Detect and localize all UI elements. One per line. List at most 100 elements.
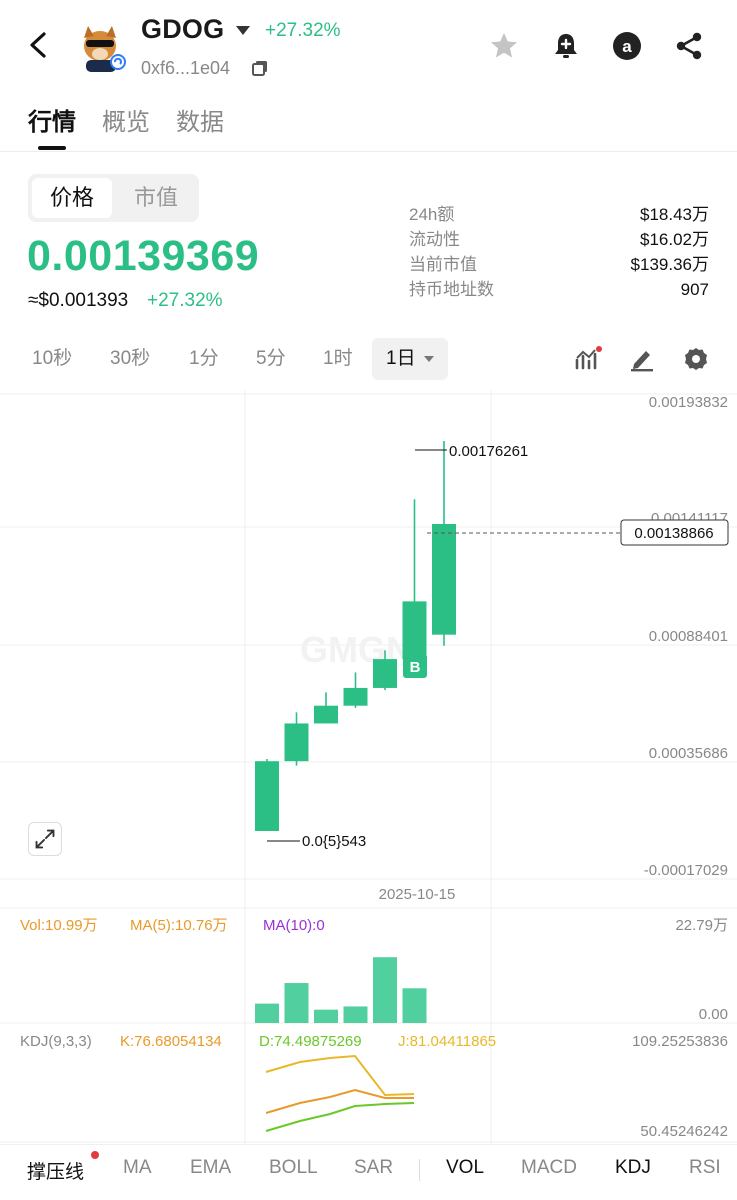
share-icon[interactable] [673,30,705,62]
indicator-ma[interactable]: MA [123,1157,152,1179]
back-arrow-icon[interactable] [22,28,56,62]
token-change: +27.32% [265,20,341,41]
price-axis-tick: 0.00088401 [649,628,728,645]
contract-address: 0xf6...1e04 [141,58,231,78]
stat-label: 持币地址数 [409,280,494,299]
tab-overview[interactable]: 概览 [102,102,150,137]
kdj-k-line [265,1088,414,1114]
current-price-label: 0.00138866 [634,525,713,542]
mcap-toggle-option[interactable]: 市值 [116,178,196,218]
price-axis-tick: 0.00193832 [649,394,728,411]
usd-price: ≈$0.001393 [28,290,129,311]
timeframe-bar: 10秒 30秒 1分 5分 1时 1日 [0,338,737,380]
token-dropdown-icon[interactable] [236,26,250,35]
volume-bar [373,957,397,1023]
token-stats: 24h额 $18.43万 流动性 $16.02万 当前市值 $139.36万 持… [409,202,709,302]
header-bar: GDOG +27.32% 0xf6...1e04 a [0,0,737,90]
high-annotation: 0.00176261 [449,443,528,460]
volume-series [255,957,427,1023]
stat-label: 当前市值 [409,255,477,274]
stat-label: 流动性 [409,230,460,249]
timeframe-1h[interactable]: 1时 [323,338,353,380]
kdj-k-label: K:76.68054134 [120,1033,222,1050]
notification-dot [91,1151,99,1159]
indicator-separator [419,1159,420,1181]
alpha-icon[interactable]: a [611,30,643,62]
indicator-icon[interactable] [574,346,602,372]
stat-value: $139.36万 [630,255,709,274]
timeframe-10s[interactable]: 10秒 [32,338,72,380]
stat-row: 24h额 $18.43万 [409,202,709,227]
low-annotation: 0.0{5}543 [302,833,366,850]
volume-bar [402,988,427,1023]
indicator-sar[interactable]: SAR [354,1157,393,1179]
kdj-axis-bottom: 50.45246242 [640,1123,728,1140]
vol-axis-bottom: 0.00 [699,1006,728,1023]
tab-market[interactable]: 行情 [28,102,76,137]
tab-data[interactable]: 数据 [176,102,224,137]
stat-row: 流动性 $16.02万 [409,227,709,252]
chart-grid [0,390,737,1144]
vol-label: Vol:10.99万 [20,917,98,934]
price-chart[interactable]: GMGN 0.00193832 0.00141117 0.00088401 0.… [0,390,737,1144]
indicator-boll[interactable]: BOLL [269,1157,318,1179]
timeframe-1d[interactable]: 1日 [372,338,448,380]
bell-add-icon[interactable] [550,30,582,62]
candle-body[interactable] [402,601,427,660]
stat-label: 24h额 [409,205,455,224]
kdj-axis-top: 109.25253836 [632,1033,728,1050]
candle-body[interactable] [255,761,279,831]
star-icon[interactable] [488,30,520,62]
vol-ma10-label: MA(10):0 [263,917,325,934]
candle-body[interactable] [314,705,338,724]
kdj-j-line [265,1054,415,1097]
stat-row: 当前市值 $139.36万 [409,252,709,277]
stat-value: 907 [680,280,709,299]
x-axis-date: 2025-10-15 [379,886,456,903]
indicator-rsi[interactable]: RSI [689,1157,721,1179]
candle-body[interactable] [284,723,309,762]
draw-pen-icon[interactable] [628,346,656,372]
indicator-support-resistance[interactable]: 撑压线 [27,1157,84,1184]
price-mcap-toggle: 价格 市值 [28,174,199,222]
indicator-vol[interactable]: VOL [446,1157,484,1179]
kdj-j-label: J:81.04411865 [398,1033,496,1050]
header-divider [0,151,737,152]
main-tabs: 行情 概览 数据 [28,102,224,137]
vol-ma5-label: MA(5):10.76万 [130,917,228,934]
timeframe-30s[interactable]: 30秒 [110,338,150,380]
volume-bar [255,1003,279,1023]
stat-value: $18.43万 [640,205,709,224]
token-name[interactable]: GDOG [141,14,224,45]
stat-value: $16.02万 [640,230,709,249]
svg-text:a: a [622,37,632,56]
stat-row: 持币地址数 907 [409,277,709,302]
candle-body[interactable] [432,523,456,635]
volume-bar [314,1009,338,1023]
candle-body[interactable] [343,687,368,706]
settings-gear-icon[interactable] [682,346,710,372]
price-change: +27.32% [147,290,223,311]
indicator-ema[interactable]: EMA [190,1157,231,1179]
volume-bar [343,1006,368,1023]
token-avatar [84,26,126,72]
price-axis-tick: 0.00035686 [649,745,728,762]
copy-icon[interactable] [252,60,268,76]
timeframe-1m[interactable]: 1分 [189,338,219,380]
candle-body[interactable] [373,659,397,688]
indicator-macd[interactable]: MACD [521,1157,577,1179]
kdj-title: KDJ(9,3,3) [20,1033,92,1050]
kdj-d-label: D:74.49875269 [259,1033,362,1050]
tab-active-indicator [38,146,66,150]
price-toggle-option[interactable]: 价格 [32,178,112,218]
vol-axis-top: 22.79万 [675,917,728,934]
price-axis-tick: -0.00017029 [644,862,728,879]
current-price: 0.00139369 [27,232,260,280]
indicator-tab-bar: 撑压线 MA EMA BOLL SAR VOL MACD KDJ RSI [0,1144,737,1200]
volume-bar [284,983,309,1023]
chevron-down-icon [423,355,434,362]
timeframe-5m[interactable]: 5分 [256,338,286,380]
timeframe-1d-label: 1日 [386,348,416,369]
expand-chart-icon[interactable] [28,822,62,856]
indicator-kdj[interactable]: KDJ [615,1157,651,1179]
